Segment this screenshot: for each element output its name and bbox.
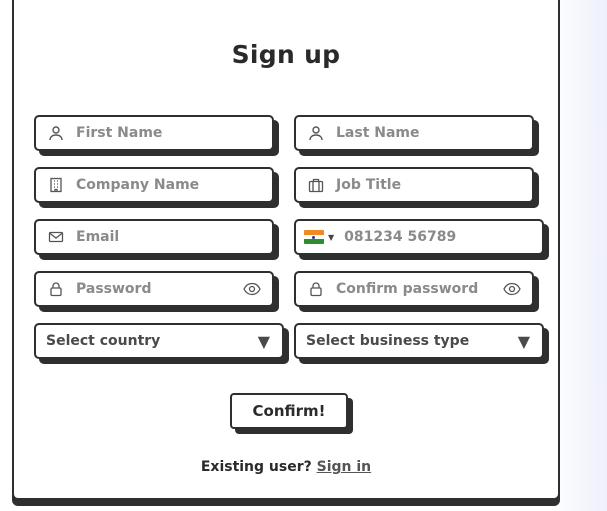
country-select-label: Select country xyxy=(46,333,161,349)
business-type-select[interactable]: Select business type ▼ xyxy=(294,323,544,359)
signup-card: Sign up First Name Last Name Company Nam… xyxy=(12,0,560,500)
phone-placeholder: 081234 56789 xyxy=(344,229,457,245)
user-icon xyxy=(306,123,326,143)
triangle-down-icon: ▼ xyxy=(257,331,270,351)
briefcase-icon xyxy=(306,175,326,195)
last-name-placeholder: Last Name xyxy=(336,125,420,141)
company-name-field[interactable]: Company Name xyxy=(34,167,274,203)
phone-field[interactable]: ▼ 081234 56789 xyxy=(294,219,544,255)
password-placeholder: Password xyxy=(76,281,152,297)
email-field[interactable]: Email xyxy=(34,219,274,255)
building-icon xyxy=(46,175,66,195)
country-select[interactable]: Select country ▼ xyxy=(34,323,284,359)
confirm-password-field[interactable]: Confirm password xyxy=(294,271,534,307)
business-type-select-label: Select business type xyxy=(306,333,470,349)
page-title: Sign up xyxy=(231,40,341,69)
triangle-down-icon: ▼ xyxy=(517,331,530,351)
india-flag-icon[interactable] xyxy=(304,230,324,244)
job-title-field[interactable]: Job Title xyxy=(294,167,534,203)
company-name-placeholder: Company Name xyxy=(76,177,200,193)
sign-in-link[interactable]: Sign in xyxy=(317,459,372,475)
user-icon xyxy=(46,123,66,143)
email-placeholder: Email xyxy=(76,229,120,245)
lock-icon xyxy=(46,279,66,299)
job-title-placeholder: Job Title xyxy=(336,177,402,193)
existing-user-text: Existing user? xyxy=(200,459,312,475)
eye-icon[interactable] xyxy=(242,279,262,299)
existing-user-footer: Existing user? Sign in xyxy=(14,459,558,475)
first-name-field[interactable]: First Name xyxy=(34,115,274,151)
country-code-caret-icon[interactable]: ▼ xyxy=(328,233,334,242)
eye-icon[interactable] xyxy=(502,279,522,299)
confirm-button[interactable]: Confirm! xyxy=(230,393,348,429)
password-field[interactable]: Password xyxy=(34,271,274,307)
confirm-password-placeholder: Confirm password xyxy=(336,281,479,297)
last-name-field[interactable]: Last Name xyxy=(294,115,534,151)
mail-icon xyxy=(46,227,66,247)
first-name-placeholder: First Name xyxy=(76,125,163,141)
lock-icon xyxy=(306,279,326,299)
